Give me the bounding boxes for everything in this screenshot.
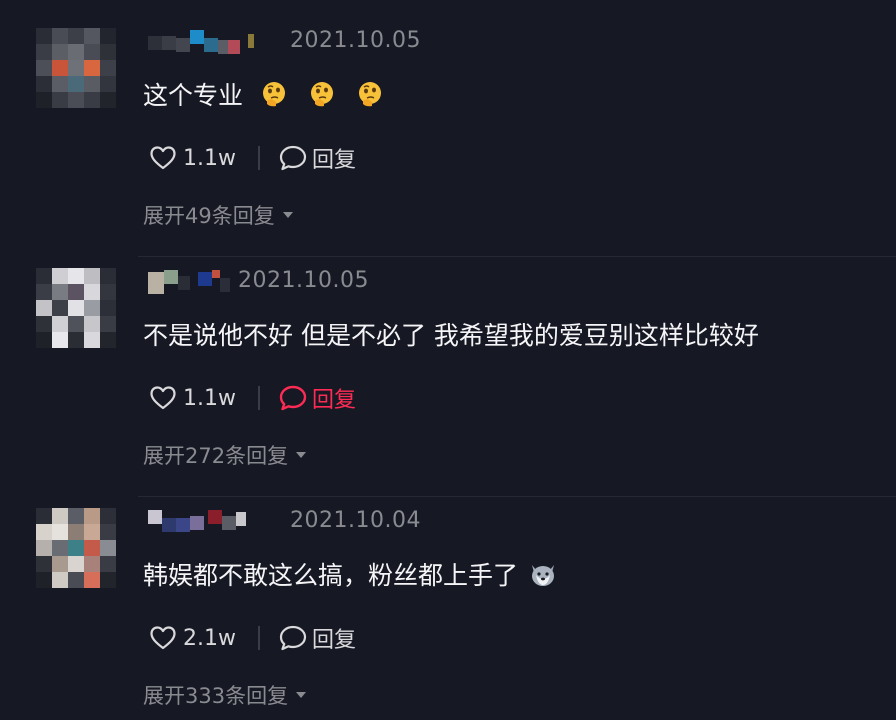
caret-down-icon [282,212,293,218]
avatar[interactable] [36,28,116,108]
comment-item: 2021.10.05 不是说他不好 但是不必了 我希望我的爱豆别这样比较好 1.… [0,240,896,497]
like-button[interactable]: 2.1w [149,625,236,651]
action-separator [257,626,260,650]
like-button[interactable]: 1.1w [149,145,236,171]
like-count: 1.1w [183,385,236,411]
caret-down-icon [296,452,307,458]
like-button[interactable]: 1.1w [149,385,236,411]
action-separator [257,386,260,410]
comment-date: 2021.10.04 [290,508,421,533]
comment-text-content: 不是说他不好 但是不必了 我希望我的爱豆别这样比较好 [143,321,759,350]
expand-replies-label: 展开49条回复 [143,204,275,228]
caret-down-icon [296,692,307,698]
thinking-face-emoji [311,82,334,107]
comment-item: 2021.10.05 这个专业 1.1w 回复 展开49条回复 [0,0,896,257]
comment-date: 2021.10.05 [238,268,369,293]
reply-label: 回复 [311,388,356,413]
reply-label: 回复 [311,628,356,653]
heart-outline-icon [150,386,176,410]
comment-actions: 1.1w 回复 [149,142,356,174]
expand-replies-label: 展开272条回复 [143,444,289,468]
reply-button[interactable]: 回复 [278,142,356,174]
expand-replies-button[interactable]: 展开272条回复 [143,440,307,470]
username[interactable] [148,510,246,534]
like-count: 2.1w [183,625,236,651]
thinking-face-emoji [263,82,286,107]
speech-bubble-icon [279,625,307,651]
reply-button[interactable]: 回复 [278,622,356,654]
heart-outline-icon [150,146,176,170]
reply-button[interactable]: 回复 [278,382,356,414]
comment-actions: 2.1w 回复 [149,622,356,654]
husky-dog-emoji [532,565,555,586]
avatar[interactable] [36,508,116,588]
expand-replies-button[interactable]: 展开49条回复 [143,200,293,230]
expand-replies-label: 展开333条回复 [143,684,289,708]
comment-date: 2021.10.05 [290,28,421,53]
action-separator [257,146,260,170]
comment-text-content: 韩娱都不敢这么搞，粉丝都上手了 [143,561,519,590]
comment-actions: 1.1w 回复 [149,382,356,414]
heart-outline-icon [150,626,176,650]
like-count: 1.1w [183,145,236,171]
comment-text-content: 这个专业 [143,81,244,110]
comment-text: 不是说他不好 但是不必了 我希望我的爱豆别这样比较好 [143,316,759,352]
reply-label: 回复 [311,148,356,173]
avatar[interactable] [36,268,116,348]
speech-bubble-icon [279,385,307,411]
username[interactable] [148,270,230,294]
comment-item: 2021.10.04 韩娱都不敢这么搞，粉丝都上手了 2.1w 回复 展开333… [0,480,896,720]
comment-text: 韩娱都不敢这么搞，粉丝都上手了 [143,556,558,592]
expand-replies-button[interactable]: 展开333条回复 [143,680,307,710]
comment-text: 这个专业 [143,76,385,112]
username[interactable] [148,30,254,54]
speech-bubble-icon [279,145,307,171]
thinking-face-emoji [359,82,382,107]
